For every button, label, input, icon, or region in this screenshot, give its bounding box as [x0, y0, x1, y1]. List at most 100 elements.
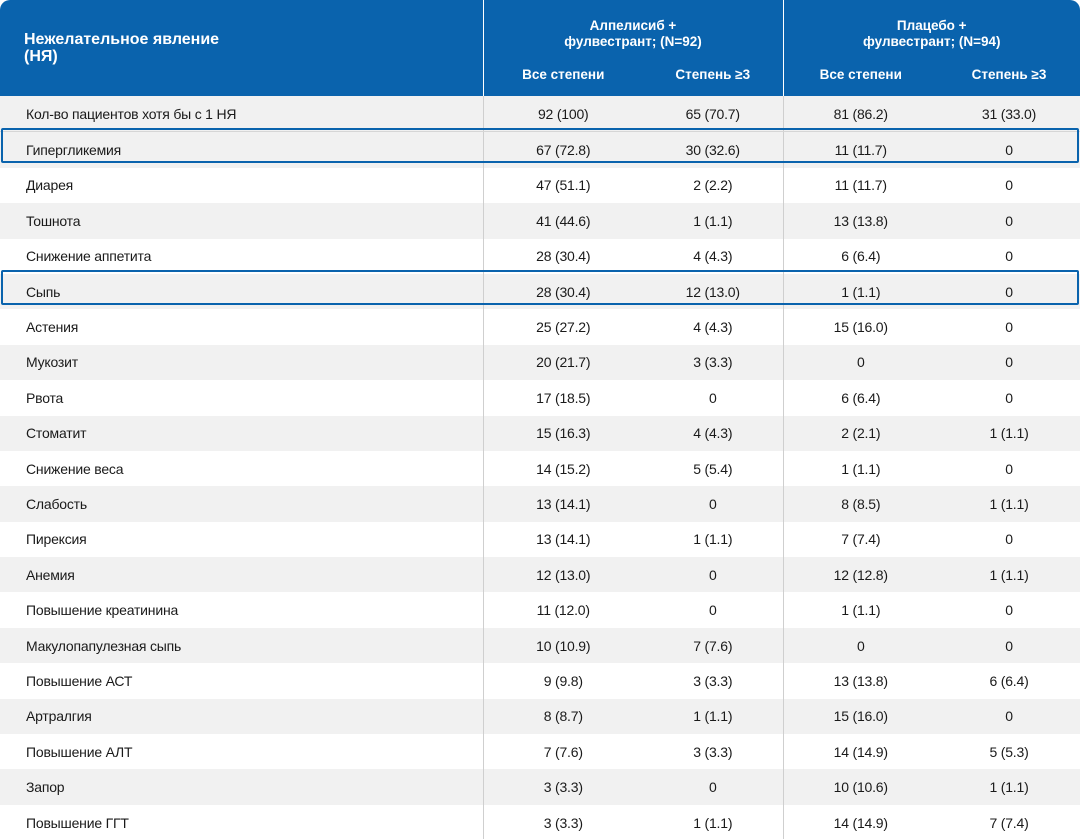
alpelisib-grade3-cell: 30 (32.6) [643, 131, 784, 168]
table-row: Анемия 12 (13.0) 0 12 (12.8) 1 (1.1) [0, 557, 1080, 593]
adverse-event-name: Запор [0, 769, 484, 805]
table-row: Повышение АЛТ 7 (7.6) 3 (3.3) 14 (14.9) 5 (5… [0, 734, 1080, 770]
table-row: Запор 3 (3.3) 0 10 (10.6) 1 (1.1) [0, 769, 1080, 805]
placebo-all-grades-cell: 1 (1.1) [783, 273, 938, 310]
table-row: Повышение АСТ 9 (9.8) 3 (3.3) 13 (13.8) 6 (6… [0, 663, 1080, 699]
alpelisib-all-grades-cell: 15 (16.3) [483, 415, 643, 451]
alpelisib-grade3-cell: 1 (1.1) [643, 203, 784, 239]
table-row: Слабость 13 (14.1) 0 8 (8.5) 1 (1.1) [0, 486, 1080, 522]
placebo-grade3-cell: 0 [938, 521, 1080, 558]
placebo-all-grades-cell: 15 (16.0) [783, 309, 938, 345]
placebo-grade3-cell: 0 [938, 131, 1080, 168]
adverse-event-name: Снижение веса [0, 450, 484, 487]
placebo-grade3-cell: 0 [938, 273, 1080, 310]
placebo-all-grades-cell: 10 (10.6) [783, 769, 938, 805]
adverse-event-name: Повышение АСТ [0, 663, 484, 699]
alpelisib-all-grades-cell: 12 (13.0) [483, 557, 643, 593]
table-body: Кол-во пациентов хотя бы с 1 НЯ 92 (100) 6… [0, 96, 1080, 839]
placebo-all-grades-cell: 15 (16.0) [783, 698, 938, 735]
placebo-grade3-cell: 0 [938, 203, 1080, 239]
table-row: Мукозит 20 (21.7) 3 (3.3) 0 0 [0, 344, 1080, 381]
alpelisib-all-grades-cell: 17 (18.5) [483, 380, 643, 416]
placebo-grade3-cell: 1 (1.1) [938, 415, 1080, 451]
placebo-grade3-cell: 0 [938, 309, 1080, 345]
placebo-all-grades-header: Все степени [783, 52, 938, 96]
alpelisib-grade3-cell: 7 (7.6) [643, 627, 784, 664]
placebo-all-grades-cell: 81 (86.2) [783, 96, 938, 133]
placebo-grade3-header: Степень ≥3 [938, 52, 1080, 96]
placebo-all-grades-cell: 2 (2.1) [783, 415, 938, 451]
placebo-all-grades-cell: 8 (8.5) [783, 486, 938, 522]
adverse-event-name: Повышение ГГТ [0, 804, 484, 839]
placebo-grade3-cell: 0 [938, 167, 1080, 204]
placebo-all-grades-cell: 12 (12.8) [783, 557, 938, 593]
adverse-events-table: Нежелательное явление (НЯ) Алпелисиб + ф… [0, 0, 1080, 839]
table-header: Нежелательное явление (НЯ) Алпелисиб + ф… [0, 0, 1080, 96]
alpelisib-grade3-cell: 0 [643, 380, 784, 416]
placebo-grade3-cell: 0 [938, 450, 1080, 487]
adverse-event-name: Слабость [0, 486, 484, 522]
adverse-event-name: Сыпь [0, 273, 484, 310]
placebo-all-grades-cell: 13 (13.8) [783, 203, 938, 239]
alpelisib-group-label: Алпелисиб + фулвестрант; (N=92) [564, 18, 702, 49]
table-row: Повышение креатинина 11 (12.0) 0 1 (1.1) 0 [0, 592, 1080, 628]
table-row: Гипергликемия 67 (72.8) 30 (32.6) 11 (11.7)… [0, 131, 1080, 168]
table-row: Повышение ГГТ 3 (3.3) 1 (1.1) 14 (14.9) 7 (7… [0, 804, 1080, 839]
adverse-event-column-header: Нежелательное явление (НЯ) [0, 0, 484, 96]
table-row: Артралгия 8 (8.7) 1 (1.1) 15 (16.0) 0 [0, 698, 1080, 735]
placebo-grade3-cell: 0 [938, 238, 1080, 274]
alpelisib-grade3-cell: 1 (1.1) [643, 804, 784, 839]
table-row: Тошнота 41 (44.6) 1 (1.1) 13 (13.8) 0 [0, 203, 1080, 239]
alpelisib-all-grades-cell: 47 (51.1) [483, 167, 643, 204]
placebo-grade3-cell: 1 (1.1) [938, 486, 1080, 522]
placebo-all-grades-cell: 13 (13.8) [783, 663, 938, 699]
table-row: Снижение веса 14 (15.2) 5 (5.4) 1 (1.1) 0 [0, 450, 1080, 487]
adverse-event-name: Стоматит [0, 415, 484, 451]
alpelisib-all-grades-cell: 28 (30.4) [483, 273, 643, 310]
placebo-all-grades-cell: 14 (14.9) [783, 734, 938, 770]
adverse-event-name: Макулопапулезная сыпь [0, 627, 484, 664]
placebo-all-grades-cell: 1 (1.1) [783, 592, 938, 628]
placebo-grade3-cell: 7 (7.4) [938, 804, 1080, 839]
adverse-event-name: Повышение креатинина [0, 592, 484, 628]
placebo-all-grades-cell: 14 (14.9) [783, 804, 938, 839]
placebo-grade3-cell: 6 (6.4) [938, 663, 1080, 699]
placebo-all-grades-cell: 0 [783, 344, 938, 381]
placebo-grade3-cell: 5 (5.3) [938, 734, 1080, 770]
adverse-event-name: Тошнота [0, 203, 484, 239]
adverse-events-table-container: Нежелательное явление (НЯ) Алпелисиб + ф… [0, 0, 1080, 839]
adverse-event-name: Рвота [0, 380, 484, 416]
placebo-all-grades-cell: 6 (6.4) [783, 238, 938, 274]
alpelisib-all-grades-cell: 13 (14.1) [483, 521, 643, 558]
placebo-grade3-cell: 31 (33.0) [938, 96, 1080, 133]
placebo-grade3-cell: 0 [938, 627, 1080, 664]
alpelisib-grade3-cell: 0 [643, 557, 784, 593]
alpelisib-grade3-cell: 2 (2.2) [643, 167, 784, 204]
alpelisib-grade3-cell: 3 (3.3) [643, 734, 784, 770]
adverse-event-name: Пирексия [0, 521, 484, 558]
placebo-grade3-cell: 0 [938, 380, 1080, 416]
alpelisib-grade3-cell: 0 [643, 592, 784, 628]
alpelisib-all-grades-cell: 41 (44.6) [483, 203, 643, 239]
alpelisib-group-header: Алпелисиб + фулвестрант; (N=92) [483, 0, 784, 52]
placebo-group-label: Плацебо + фулвестрант; (N=94) [862, 18, 1001, 49]
alpelisib-grade3-cell: 65 (70.7) [643, 96, 784, 133]
adverse-event-name: Астения [0, 309, 484, 345]
adverse-event-name: Мукозит [0, 344, 484, 381]
alpelisib-all-grades-cell: 7 (7.6) [483, 734, 643, 770]
alpelisib-grade3-cell: 0 [643, 769, 784, 805]
placebo-grade3-cell: 0 [938, 592, 1080, 628]
alpelisib-grade3-cell: 3 (3.3) [643, 663, 784, 699]
alpelisib-grade3-cell: 12 (13.0) [643, 273, 784, 310]
alpelisib-all-grades-cell: 10 (10.9) [483, 627, 643, 664]
alpelisib-grade3-cell: 1 (1.1) [643, 698, 784, 735]
adverse-event-name: Анемия [0, 557, 484, 593]
table-row: Диарея 47 (51.1) 2 (2.2) 11 (11.7) 0 [0, 167, 1080, 204]
adverse-event-name: Повышение АЛТ [0, 734, 484, 770]
placebo-grade3-cell: 1 (1.1) [938, 769, 1080, 805]
placebo-grade3-cell: 0 [938, 698, 1080, 735]
placebo-all-grades-cell: 11 (11.7) [783, 167, 938, 204]
alpelisib-all-grades-cell: 20 (21.7) [483, 344, 643, 381]
alpelisib-grade3-header: Степень ≥3 [643, 52, 784, 96]
alpelisib-grade3-cell: 4 (4.3) [643, 415, 784, 451]
